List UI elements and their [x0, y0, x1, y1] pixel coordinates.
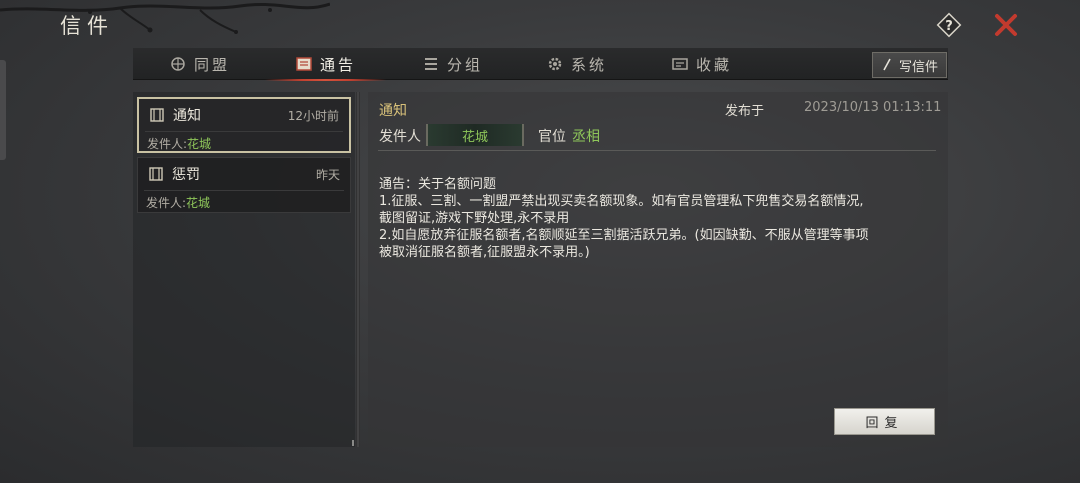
mail-list-item[interactable]: 惩罚 昨天 发件人:花城	[137, 157, 351, 213]
write-letter-button[interactable]: 写信件	[872, 52, 947, 78]
mail-sender-name: 花城	[186, 196, 211, 210]
mail-sender-prefix: 发件人:	[147, 137, 188, 151]
mail-sender-line: 发件人:花城	[145, 131, 343, 151]
mail-time: 12小时前	[287, 108, 339, 123]
sender-label: 发件人	[379, 129, 421, 145]
mail-detail-title: 通知	[379, 103, 407, 119]
mail-body-line: 2.如自愿放弃征服名额者,名额顺延至三割据活跃兄弟。(如因缺勤、不服从管理等事项	[379, 228, 869, 243]
published-time: 2023/10/13 01:13:11	[804, 100, 942, 115]
alliance-icon	[171, 57, 185, 71]
favorite-icon	[672, 58, 688, 70]
tab-system[interactable]: 系统	[546, 48, 607, 80]
write-letter-label: 写信件	[898, 59, 938, 75]
close-icon[interactable]	[992, 11, 1020, 39]
mail-body-line: 被取消征服名额者,征服盟永不录用。)	[379, 245, 590, 260]
tab-alliance[interactable]: 同盟	[169, 48, 230, 80]
tab-system-label: 系统	[571, 55, 608, 74]
panel-divider	[356, 92, 360, 447]
mail-sender-name: 花城	[187, 137, 212, 151]
tab-group[interactable]: 分组	[422, 48, 483, 80]
sender-name-badge[interactable]: 花城	[426, 124, 524, 146]
help-icon[interactable]: ?	[935, 11, 963, 39]
mail-body-line: 截图留证,游戏下野处理,永不录用	[379, 211, 570, 226]
mail-scroll-icon	[150, 108, 164, 122]
mail-scroll-icon	[149, 167, 163, 181]
published-label: 发布于	[725, 104, 765, 119]
window-title: 信件	[60, 14, 114, 38]
mail-body-line: 1.征服、三割、一割盟严禁出现买卖名额现象。如有官员管理私下兜售交易名额情况,	[379, 194, 864, 209]
mail-sender-line: 发件人:花城	[144, 190, 344, 210]
reply-label: 回复	[865, 416, 904, 431]
mail-time: 昨天	[315, 167, 340, 182]
tab-alliance-label: 同盟	[194, 55, 231, 74]
tab-group-label: 分组	[447, 55, 484, 74]
tab-notice[interactable]: 通告	[264, 48, 387, 81]
mail-body-line: 通告：关于名额问题	[379, 177, 497, 192]
tab-bar: 同盟 通告 分组 系统 收藏	[133, 48, 948, 81]
pen-icon	[883, 58, 891, 71]
tab-notice-label: 通告	[320, 55, 357, 74]
mail-subject: 通知	[173, 108, 201, 124]
reply-button[interactable]: 回复	[834, 408, 935, 435]
svg-text:?: ?	[945, 19, 953, 34]
scroll-indicator	[352, 440, 354, 446]
mail-sender-prefix: 发件人:	[146, 196, 187, 210]
rank-label: 官位	[538, 129, 566, 145]
branch-decoration	[0, 2, 330, 34]
mail-list-item[interactable]: 通知 12小时前 发件人:花城	[137, 97, 351, 153]
tab-favorite[interactable]: 收藏	[671, 48, 732, 80]
header-divider	[378, 150, 936, 151]
rank-value: 丞相	[572, 129, 600, 145]
sender-name: 花城	[461, 129, 488, 145]
notice-icon	[296, 57, 312, 71]
group-icon	[425, 58, 437, 70]
mail-body: 通告：关于名额问题 1.征服、三割、一割盟严禁出现买卖名额现象。如有官员管理私下…	[379, 176, 939, 261]
tab-favorite-label: 收藏	[696, 55, 733, 74]
mail-subject: 惩罚	[172, 167, 200, 183]
system-gear-icon	[548, 57, 562, 71]
left-edge-handle	[0, 60, 6, 160]
